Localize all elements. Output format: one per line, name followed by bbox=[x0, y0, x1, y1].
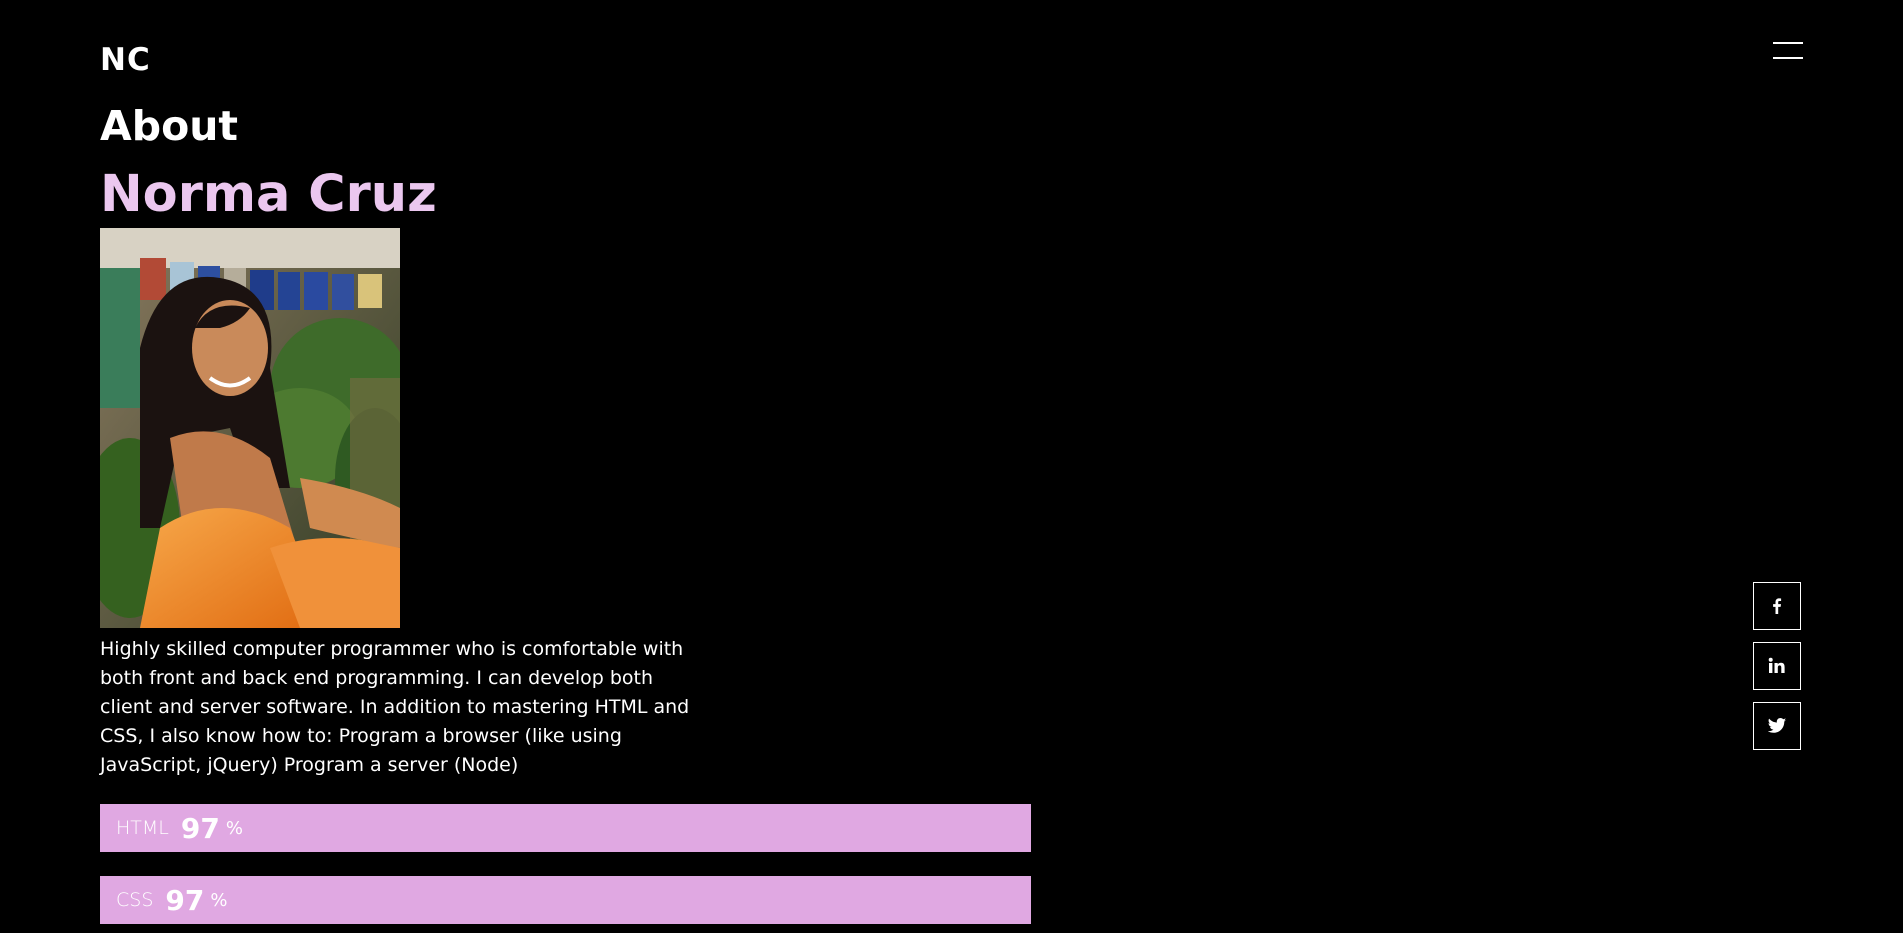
linkedin-link[interactable] bbox=[1753, 642, 1801, 690]
facebook-link[interactable] bbox=[1753, 582, 1801, 630]
twitter-icon bbox=[1767, 718, 1787, 733]
twitter-link[interactable] bbox=[1753, 702, 1801, 750]
skill-bar-html: HTML 97 % bbox=[100, 804, 1060, 852]
facebook-icon bbox=[1773, 598, 1782, 614]
section-title: About bbox=[100, 102, 239, 150]
linkedin-icon bbox=[1768, 657, 1785, 673]
menu-line-bottom bbox=[1773, 57, 1803, 59]
logo[interactable]: NC bbox=[100, 40, 151, 80]
skill-fill-css bbox=[100, 876, 1032, 924]
skill-unit: % bbox=[210, 889, 228, 911]
hamburger-menu-icon[interactable] bbox=[1773, 40, 1803, 60]
skill-name: CSS bbox=[116, 889, 154, 911]
skill-unit: % bbox=[225, 817, 243, 839]
profile-photo bbox=[100, 228, 400, 628]
skill-name: HTML bbox=[116, 817, 169, 839]
menu-line-top bbox=[1773, 42, 1803, 44]
bio-text: Highly skilled computer programmer who i… bbox=[100, 638, 690, 776]
skill-bar-css: CSS 97 % bbox=[100, 876, 1060, 924]
skill-value: 97 bbox=[165, 883, 205, 917]
person-name: Norma Cruz bbox=[100, 165, 437, 224]
skill-value: 97 bbox=[180, 811, 220, 845]
